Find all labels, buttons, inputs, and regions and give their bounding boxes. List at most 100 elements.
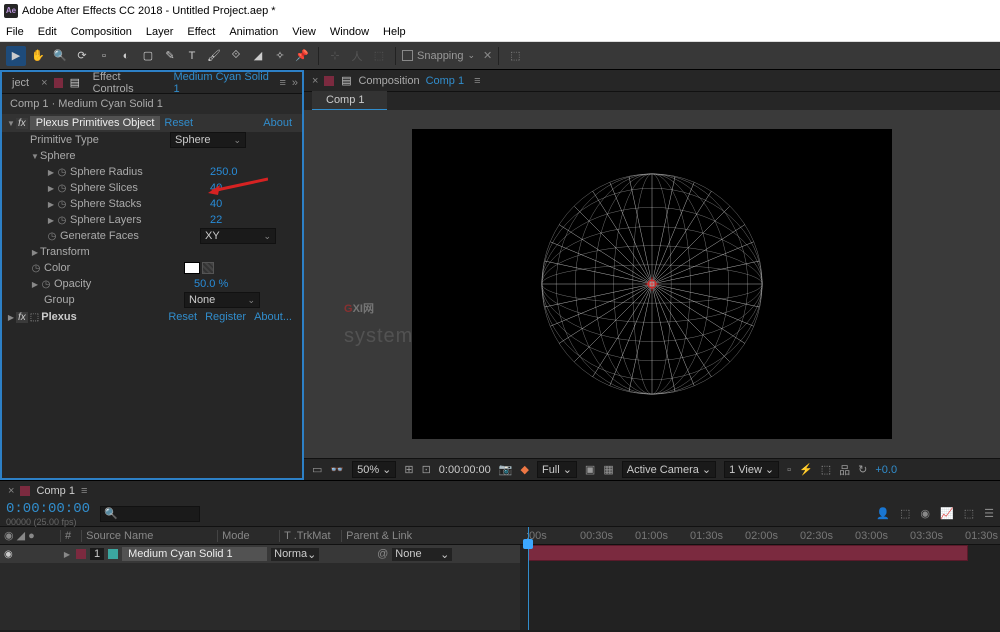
layer-link[interactable]: Medium Cyan Solid 1	[173, 71, 273, 95]
effect-name[interactable]: Plexus Primitives Object	[30, 116, 161, 130]
effect-name[interactable]: Plexus	[41, 311, 76, 323]
stopwatch-icon[interactable]	[46, 230, 58, 242]
tab-effect-controls[interactable]: Effect Controls	[87, 69, 168, 97]
camera-tool-icon[interactable]: ▫	[94, 46, 114, 66]
type-tool-icon[interactable]: T	[182, 46, 202, 66]
pickwhip-icon[interactable]: @	[377, 548, 388, 560]
timeline-layer-row[interactable]: 1 Medium Cyan Solid 1 Norma⌄ @ None⌄	[0, 545, 520, 563]
layer-color-swatch[interactable]	[76, 549, 86, 559]
overflow-icon[interactable]: »	[292, 77, 298, 89]
switches-icon[interactable]: ☰	[984, 507, 994, 520]
channel-icon[interactable]: ◆	[521, 463, 529, 476]
panbehind-tool-icon[interactable]: ◐	[116, 46, 136, 66]
value-sphere-stacks[interactable]: 40	[210, 198, 222, 210]
goggles-icon[interactable]: 👓	[330, 463, 344, 476]
group-sphere[interactable]: Sphere	[2, 148, 302, 164]
snapping-control[interactable]: Snapping ⌄ ✕	[402, 49, 492, 62]
reset-exposure-icon[interactable]: ↻	[858, 463, 867, 476]
fill-stroke-icon[interactable]: ⬚	[505, 46, 525, 66]
twirl-icon[interactable]	[46, 184, 56, 193]
value-sphere-radius[interactable]: 250.0	[210, 166, 238, 178]
fx-badge-icon[interactable]: fx	[16, 118, 28, 129]
pen-tool-icon[interactable]: ✎	[160, 46, 180, 66]
playhead-indicator-icon[interactable]	[523, 539, 533, 549]
layer-name[interactable]: Medium Cyan Solid 1	[122, 547, 267, 561]
twirl-icon[interactable]	[62, 550, 72, 559]
shape-tool-icon[interactable]: ▢	[138, 46, 158, 66]
transparency-icon[interactable]: ▦	[603, 463, 613, 476]
twirl-icon[interactable]	[6, 119, 16, 128]
blend-mode-dropdown[interactable]: Norma⌄	[271, 548, 319, 561]
parent-dropdown[interactable]: None⌄	[392, 548, 452, 561]
about-link[interactable]: About...	[254, 311, 298, 323]
tab-project[interactable]: ject	[6, 75, 35, 91]
panel-menu-icon[interactable]: ≡	[81, 485, 87, 497]
register-link[interactable]: Register	[205, 311, 246, 323]
col-parent[interactable]: Parent & Link	[341, 530, 416, 542]
time-ruler[interactable]: :00s 00:30s 01:00s 01:30s 02:00s 02:30s …	[520, 527, 1000, 545]
visibility-icon[interactable]	[4, 548, 18, 560]
clone-tool-icon[interactable]: ⟐	[226, 46, 246, 66]
tab-composition[interactable]: Composition	[358, 75, 419, 87]
graph-editor-icon[interactable]: 📈	[940, 507, 954, 520]
stopwatch-icon[interactable]	[56, 214, 68, 226]
hand-tool-icon[interactable]: ✋	[28, 46, 48, 66]
selection-tool-icon[interactable]: ▶	[6, 46, 26, 66]
zoom-dropdown[interactable]: 50%⌄	[352, 461, 396, 478]
menu-animation[interactable]: Animation	[229, 26, 278, 38]
timecode[interactable]: 0:00:00:00	[6, 501, 90, 517]
panel-menu-icon[interactable]: ≡	[279, 77, 285, 89]
panel-menu-icon[interactable]: ≡	[474, 75, 480, 87]
col-mode[interactable]: Mode	[217, 530, 273, 542]
composition-viewer[interactable]: GXI网 system.com	[304, 110, 1000, 458]
timeline-search-input[interactable]: 🔍	[100, 506, 200, 522]
menu-composition[interactable]: Composition	[71, 26, 132, 38]
col-trkmat[interactable]: T .TrkMat	[279, 530, 335, 542]
primitive-type-dropdown[interactable]: Sphere	[170, 132, 246, 148]
roto-tool-icon[interactable]: ✧	[270, 46, 290, 66]
col-eye-icon[interactable]: ◉ ◢ ●	[4, 529, 54, 542]
puppet-tool-icon[interactable]: 📌	[292, 46, 312, 66]
twirl-icon[interactable]	[30, 248, 40, 257]
twirl-icon[interactable]	[6, 313, 16, 322]
twirl-icon[interactable]	[30, 280, 40, 289]
twirl-icon[interactable]	[46, 200, 56, 209]
stopwatch-icon[interactable]	[56, 198, 68, 210]
twirl-icon[interactable]	[30, 152, 40, 161]
layer-duration-bar[interactable]	[528, 545, 968, 561]
snapshot-icon[interactable]: 📷	[499, 463, 513, 476]
flowchart-icon[interactable]: 品	[839, 462, 850, 478]
effect-header-plexus-primitives[interactable]: fx Plexus Primitives Object Reset About	[2, 114, 302, 132]
flowchart-icon[interactable]: ▤	[340, 75, 352, 87]
reset-link[interactable]: Reset	[168, 311, 197, 323]
draft3d-icon[interactable]: ⬚	[964, 507, 974, 520]
value-opacity[interactable]: 50.0 %	[194, 278, 228, 290]
close-icon[interactable]: ×	[41, 77, 47, 89]
motion-blur-icon[interactable]: ◉	[920, 507, 930, 520]
stopwatch-icon[interactable]	[30, 262, 42, 274]
camera-dropdown[interactable]: Active Camera⌄	[622, 461, 716, 478]
local-axis-icon[interactable]: ⊹	[325, 46, 345, 66]
stopwatch-icon[interactable]	[40, 278, 52, 290]
current-time[interactable]: 0:00:00:00	[439, 464, 491, 476]
twirl-icon[interactable]	[46, 168, 56, 177]
stopwatch-icon[interactable]	[56, 166, 68, 178]
comp-tab[interactable]: Comp 1	[312, 91, 387, 110]
effect-header-plexus[interactable]: fx Plexus Reset Register About...	[2, 308, 302, 326]
fx-badge-icon[interactable]: fx	[16, 312, 28, 323]
zoom-tool-icon[interactable]: 🔍	[50, 46, 70, 66]
about-link[interactable]: About	[263, 117, 298, 129]
timeline-icon[interactable]: ⬚	[821, 463, 831, 476]
col-source[interactable]: Source Name	[81, 530, 211, 542]
views-dropdown[interactable]: 1 View⌄	[724, 461, 779, 478]
resolution-dropdown[interactable]: Full⌄	[537, 461, 577, 478]
flowchart-icon[interactable]: ▤	[69, 77, 80, 89]
generate-faces-dropdown[interactable]: XY	[200, 228, 276, 244]
group-transform[interactable]: Transform	[2, 244, 302, 260]
close-icon[interactable]: ×	[8, 485, 14, 497]
view-axis-icon[interactable]: ⬚	[369, 46, 389, 66]
menu-help[interactable]: Help	[383, 26, 406, 38]
eraser-tool-icon[interactable]: ◢	[248, 46, 268, 66]
menu-window[interactable]: Window	[330, 26, 369, 38]
value-sphere-layers[interactable]: 22	[210, 214, 222, 226]
